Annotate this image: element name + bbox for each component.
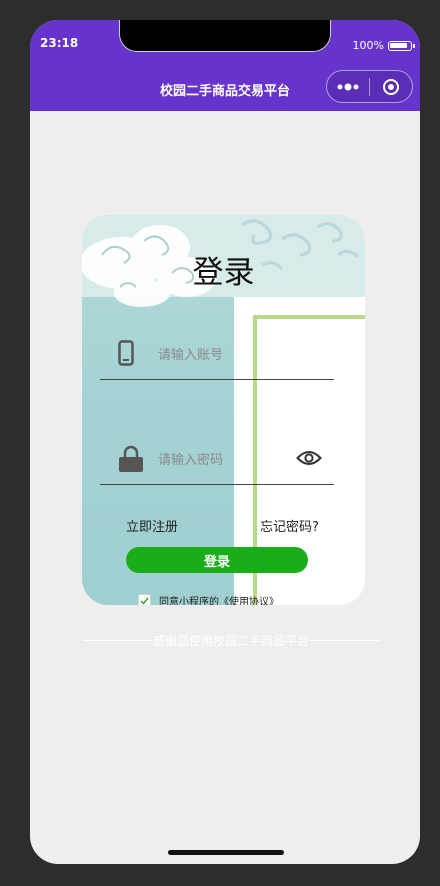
mini-program-capsule (326, 70, 413, 103)
notch (119, 20, 331, 52)
register-link[interactable]: 立即注册 (126, 516, 178, 535)
more-dots-icon (337, 83, 359, 90)
password-input[interactable] (158, 449, 288, 471)
close-miniprogram-button[interactable] (370, 71, 412, 102)
account-field (100, 332, 334, 380)
battery-icon (388, 40, 415, 51)
agreement-text[interactable]: 同意小程序的《使用协议》 (159, 593, 279, 605)
footer-text: 感谢您使用校园二手商品平台 (153, 634, 310, 648)
more-menu-button[interactable] (327, 71, 369, 102)
login-card: 登录 请输入账号 立即注册 忘记密码? 登录 同意小程序的《使用协议》 (82, 215, 365, 605)
status-time: 23:18 (40, 36, 79, 50)
battery-status: 100% (352, 39, 415, 52)
home-indicator[interactable] (168, 850, 284, 855)
show-password-eye-icon[interactable] (296, 449, 322, 471)
phone-screen: 23:18 100% 校园二手商品交易平台 登录 请输入账号 立即注册 忘记密码… (30, 20, 420, 864)
account-input[interactable] (158, 344, 288, 366)
target-close-icon (383, 78, 399, 95)
password-field (100, 437, 334, 485)
checkmark-icon (140, 597, 149, 605)
phone-icon (118, 340, 134, 370)
battery-percent: 100% (352, 39, 384, 52)
footer-rule-right (310, 640, 380, 641)
agreement-checkbox[interactable] (138, 594, 151, 605)
footer-thanks: 感谢您使用校园二手商品平台 (83, 632, 380, 649)
login-title: 登录 (192, 255, 255, 291)
login-button[interactable]: 登录 (126, 547, 308, 573)
lock-icon (118, 445, 144, 477)
footer-rule-left (83, 640, 152, 641)
forgot-password-link[interactable]: 忘记密码? (260, 516, 319, 535)
top-bar: 23:18 100% 校园二手商品交易平台 (30, 20, 420, 111)
agreement-row: 同意小程序的《使用协议》 (138, 593, 279, 605)
